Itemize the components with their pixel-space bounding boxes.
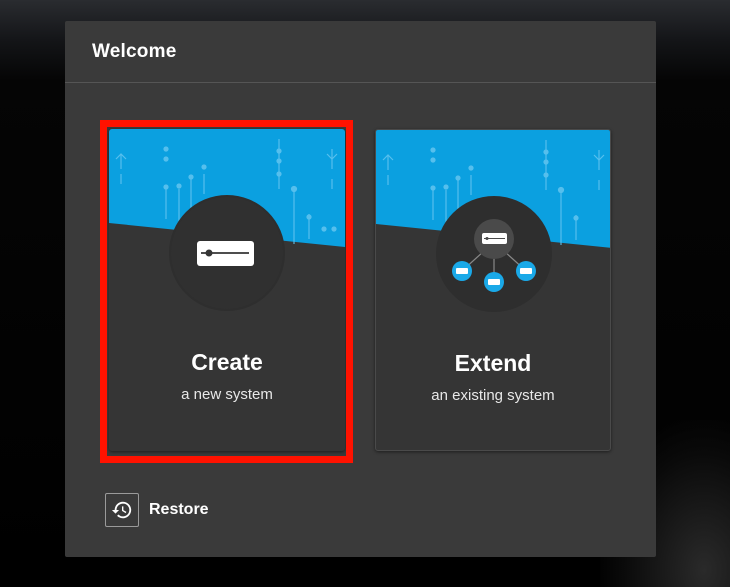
- create-title: Create: [191, 349, 263, 375]
- extend-subtitle: an existing system: [431, 387, 555, 404]
- server-icon: [197, 241, 254, 266]
- restore-button[interactable]: Restore: [105, 493, 209, 527]
- welcome-dialog: Welcome Create a new system Extend an ex…: [65, 21, 656, 557]
- extend-card[interactable]: Extend an existing system: [375, 129, 611, 451]
- dialog-title: Welcome: [92, 40, 177, 62]
- create-subtitle: a new system: [181, 386, 273, 403]
- dialog-header: Welcome: [65, 21, 656, 83]
- extend-title: Extend: [454, 350, 532, 376]
- restore-label: Restore: [149, 501, 209, 518]
- create-card[interactable]: Create a new system: [109, 129, 345, 451]
- history-icon: [105, 493, 139, 527]
